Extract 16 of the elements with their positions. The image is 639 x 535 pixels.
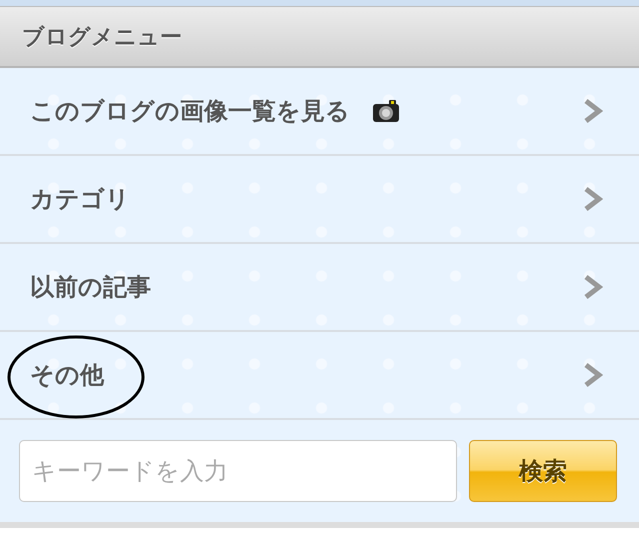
- menu-title: ブログメニュー: [22, 24, 182, 52]
- menu-item[interactable]: 以前の記事: [0, 244, 639, 332]
- chevron-right-icon: [583, 362, 603, 388]
- chevron-right-icon: [583, 98, 603, 124]
- chevron-right-icon: [583, 274, 603, 300]
- menu-item[interactable]: その他: [0, 332, 639, 420]
- chevron-right-icon: [583, 186, 603, 212]
- menu-item-label: 以前の記事: [30, 272, 151, 303]
- menu-item[interactable]: カテゴリ: [0, 156, 639, 244]
- menu-item[interactable]: このブログの画像一覧を見る: [0, 68, 639, 156]
- search-button[interactable]: 検索: [469, 440, 617, 502]
- menu-item-label: カテゴリ: [30, 184, 130, 215]
- menu-item-label: その他: [30, 360, 104, 391]
- menu-item-label: このブログの画像一覧を見る: [30, 96, 350, 127]
- camera-icon: [372, 99, 400, 123]
- keyword-field[interactable]: キーワードを入力: [19, 440, 457, 502]
